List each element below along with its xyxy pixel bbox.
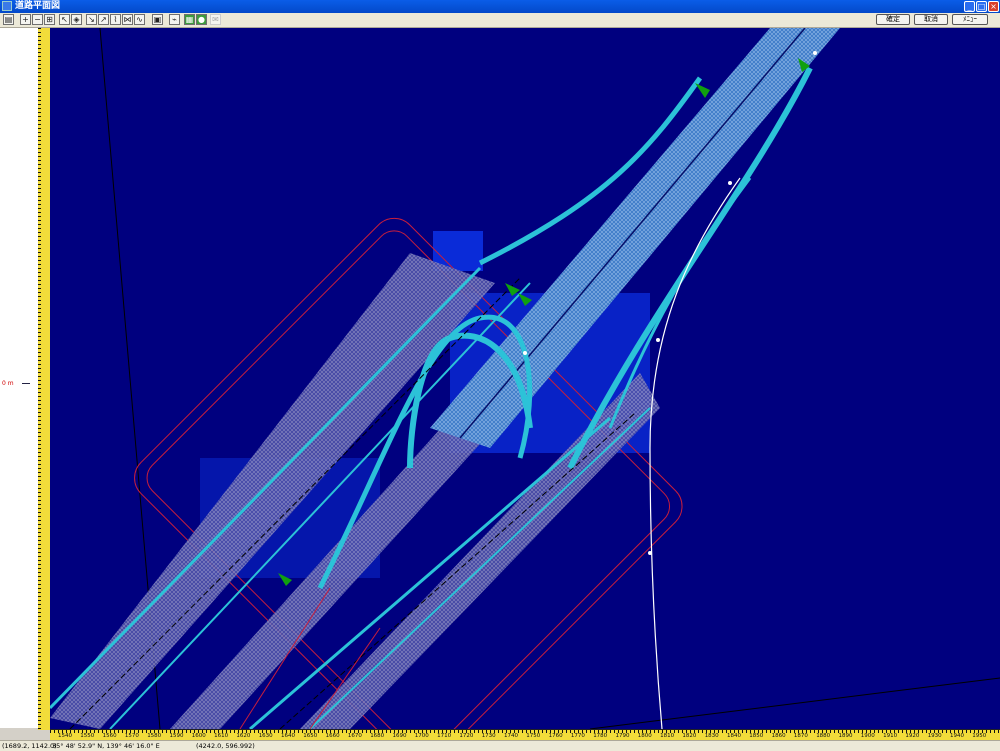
ruler-label: 1560 <box>102 733 117 739</box>
ruler-label: 1540 <box>58 733 72 739</box>
zoom-in-icon[interactable]: + <box>20 14 31 25</box>
ruler-label: 1780 <box>593 733 608 739</box>
maximize-button[interactable]: □ <box>976 1 987 12</box>
ruler-label: 1940 <box>950 733 964 739</box>
ruler-label: 1670 <box>347 733 362 739</box>
ruler-label: 1900 <box>860 733 875 739</box>
ruler-label: 1880 <box>816 733 831 739</box>
select-icon[interactable]: ↖ <box>59 14 70 25</box>
curve-icon[interactable]: ∿ <box>134 14 145 25</box>
ruler-label: 1660 <box>325 733 340 739</box>
ruler-label: 1930 <box>927 733 942 739</box>
zoom-out-icon[interactable]: − <box>32 14 43 25</box>
vertical-ruler-ticks <box>38 28 50 730</box>
ruler-label: 1910 <box>883 733 898 739</box>
ruler-label: 1600 <box>191 733 206 739</box>
ruler-label: 1650 <box>303 733 318 739</box>
ruler-label: 1630 <box>258 733 273 739</box>
menu-button[interactable]: ﾒﾆｭｰ <box>952 14 988 25</box>
ruler-label: 1870 <box>793 733 808 739</box>
ruler-label: 1860 <box>771 733 786 739</box>
ruler-label: 1730 <box>481 733 496 739</box>
minimize-button[interactable]: _ <box>964 1 975 12</box>
ruler-label: 1580 <box>147 733 162 739</box>
cancel-button[interactable]: 取消 <box>914 14 948 25</box>
route-icon[interactable]: ⌇ <box>110 14 121 25</box>
snapshot-icon[interactable]: ⌁ <box>169 14 180 25</box>
road-plan-drawing <box>50 28 1000 729</box>
ruler-label: 1810 <box>660 733 675 739</box>
ruler-label: 1840 <box>727 733 741 739</box>
ruler-label: 1640 <box>281 733 295 739</box>
ruler-label: 1770 <box>570 733 585 739</box>
ruler-label: 1710 <box>437 733 452 739</box>
map-canvas[interactable] <box>50 28 1000 729</box>
alignment-point <box>728 181 732 185</box>
ruler-label: 1820 <box>682 733 697 739</box>
globe-icon[interactable]: ● <box>196 14 207 25</box>
ruler-label: 1590 <box>169 733 184 739</box>
measure-icon[interactable]: ◈ <box>71 14 82 25</box>
survey-line <box>589 677 1000 729</box>
ruler-label: 1620 <box>236 733 251 739</box>
lane-divider <box>69 277 521 729</box>
ruler-label: 1760 <box>548 733 563 739</box>
ruler-label: 1550 <box>80 733 95 739</box>
move-icon[interactable]: ↗ <box>98 14 109 25</box>
alignment-point <box>813 51 817 55</box>
close-button[interactable]: × <box>988 1 999 12</box>
alignment-point <box>523 351 527 355</box>
ruler-label: 1680 <box>370 733 385 739</box>
pointer-icon[interactable]: ↘ <box>86 14 97 25</box>
ruler-label: 1790 <box>615 733 630 739</box>
ruler-label: 1850 <box>749 733 764 739</box>
fit-view-icon[interactable]: ⊞ <box>44 14 55 25</box>
ruler-label: 1750 <box>526 733 541 739</box>
ruler-label: 1610 <box>214 733 229 739</box>
alignment-point <box>648 551 652 555</box>
node-icon[interactable]: ⋈ <box>122 14 133 25</box>
profile-panel: 0 m <box>0 28 39 728</box>
zero-marker-tick <box>22 383 30 384</box>
ruler-label: 1720 <box>459 733 474 739</box>
zero-marker-label: 0 m <box>2 380 14 387</box>
ruler-label: 1920 <box>905 733 920 739</box>
status-bar: (1689.2, 1142.0) 35° 48' 52.9" N, 139° 4… <box>0 740 1000 751</box>
image-icon[interactable]: ▣ <box>152 14 163 25</box>
grid-icon[interactable]: ▦ <box>184 14 195 25</box>
ok-button[interactable]: 確定 <box>876 14 910 25</box>
toolbar: ▤ + − ⊞ ↖ ◈ ↘ ↗ ⌇ ⋈ ∿ ▣ ⌁ ▦ ● ✉ 確定 取消 ﾒﾆ… <box>0 13 1000 28</box>
lane-edge <box>109 282 531 729</box>
alignment-point <box>656 338 660 342</box>
ruler-label: 1740 <box>504 733 518 739</box>
ruler-label: 1800 <box>637 733 652 739</box>
app-icon <box>2 1 12 11</box>
ruler-label: 1700 <box>414 733 429 739</box>
ruler-label: 1690 <box>392 733 407 739</box>
ruler-label: 1570 <box>124 733 139 739</box>
ruler-label: 1830 <box>704 733 719 739</box>
ruler-label: 1890 <box>838 733 853 739</box>
ruler-label: 1950 <box>972 733 987 739</box>
mail-icon: ✉ <box>210 14 221 25</box>
open-icon[interactable]: ▤ <box>3 14 14 25</box>
window-title: 道路平面図 <box>15 1 61 11</box>
title-bar: 道路平面図 _ □ × <box>0 0 1000 13</box>
green-marker <box>695 83 710 98</box>
